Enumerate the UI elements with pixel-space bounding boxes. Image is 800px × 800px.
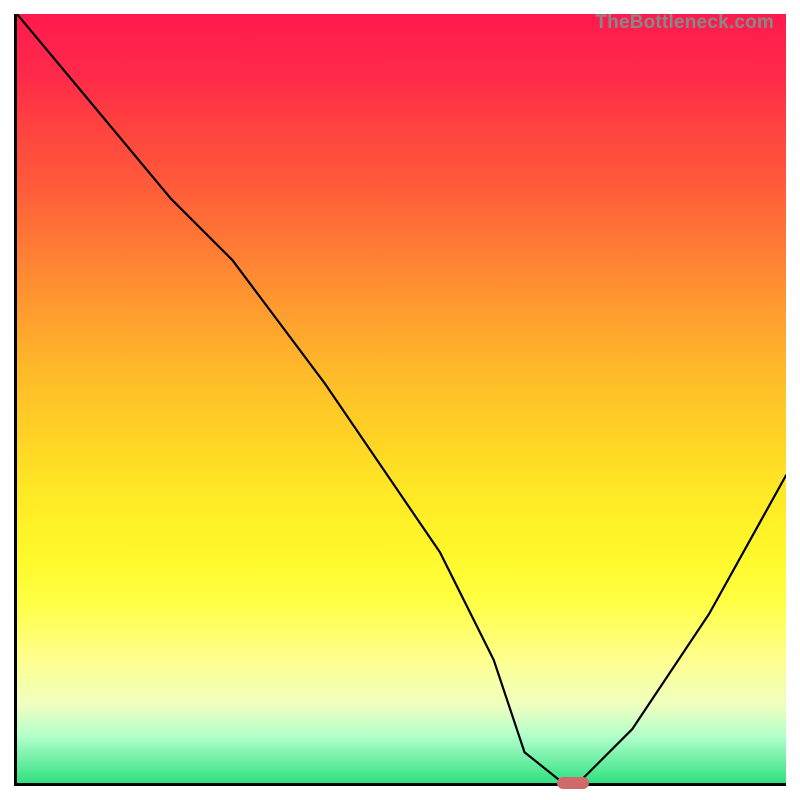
bottleneck-curve-path xyxy=(17,14,786,783)
optimal-marker xyxy=(557,777,589,789)
chart-plot-area: TheBottleneck.com xyxy=(14,14,786,786)
curve-svg xyxy=(17,14,786,783)
